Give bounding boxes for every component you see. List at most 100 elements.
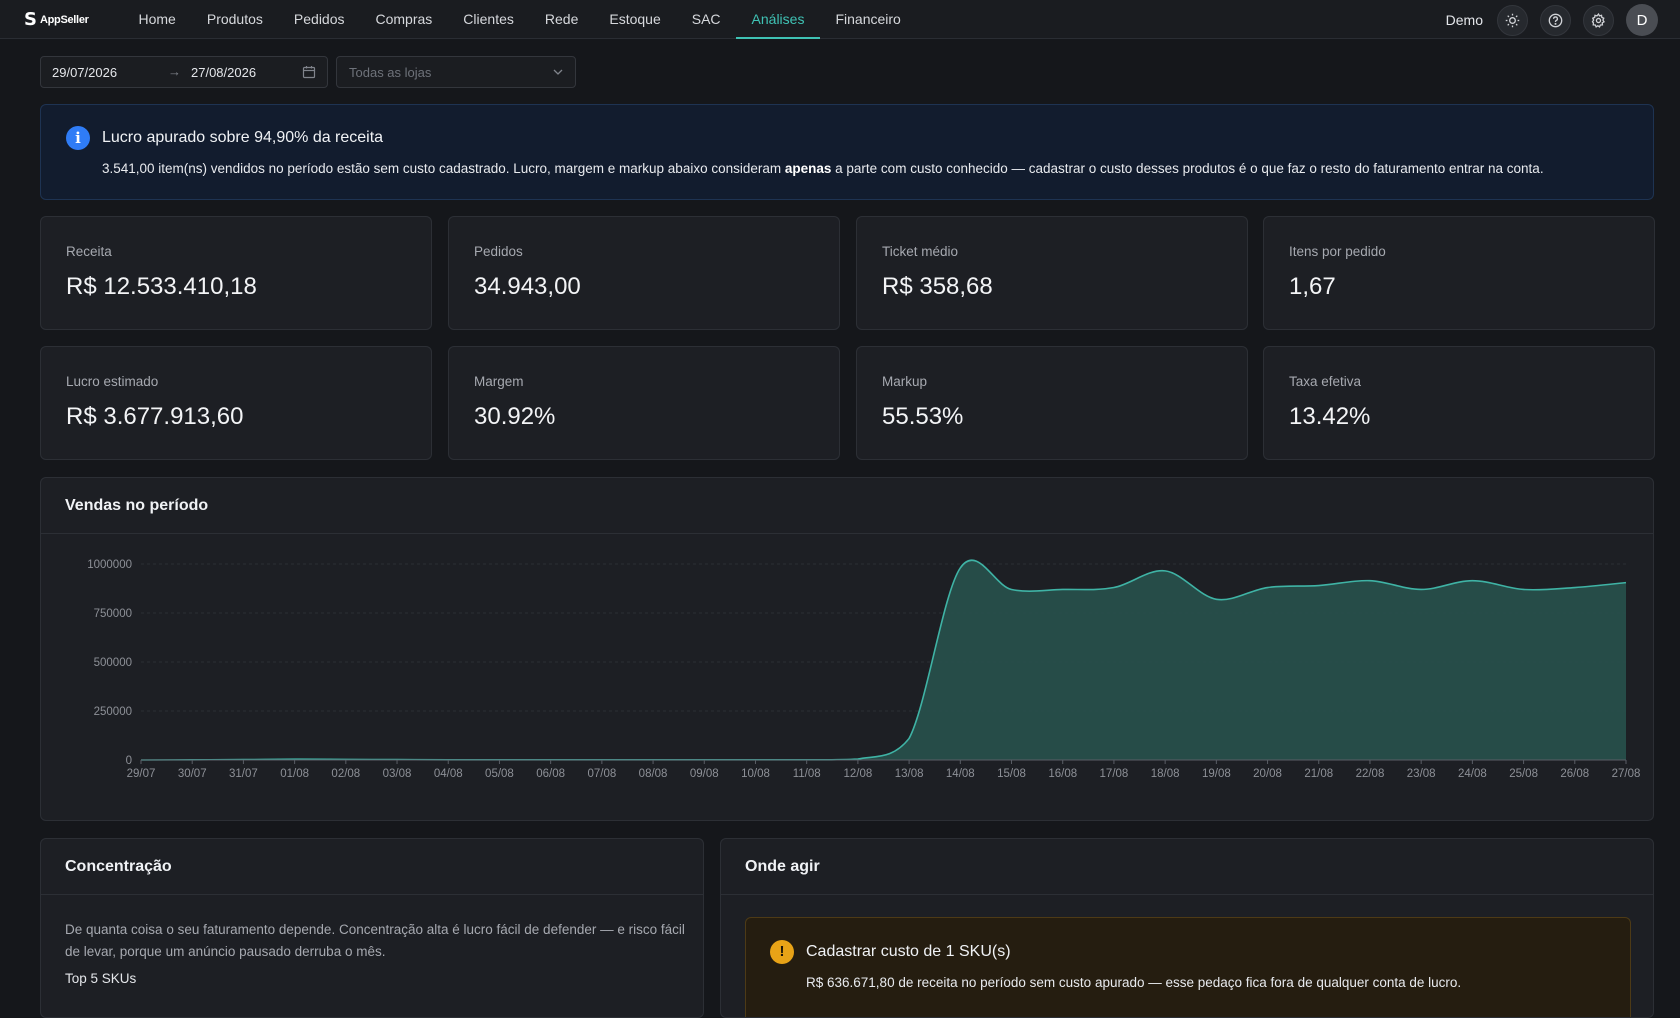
kpi-card-margem: Margem 30.92% [448,346,840,460]
sales-area-chart[interactable]: 0 250000 500000 750000 1000000 29/07 30/07 31/0… [41,534,1653,820]
kpi-value: 30.92% [474,403,556,430]
settings-button[interactable] [1583,4,1614,36]
calendar-icon [302,65,316,82]
kpi-value: 1,67 [1289,273,1336,300]
arrow-right-icon: → [168,64,181,79]
x-tick-label: 04/08 [434,768,463,780]
y-tick-label: 250000 [94,706,132,718]
nav-item-compras[interactable]: Compras [360,0,448,39]
x-tick-label: 08/08 [639,768,668,780]
sun-icon [1505,13,1520,27]
profit-coverage-alert: i Lucro apurado sobre 94,90% da receita … [40,104,1654,200]
user-name[interactable]: Demo [1446,12,1483,28]
kpi-card-markup: Markup 55.53% [856,346,1248,460]
x-tick-label: 01/08 [280,768,309,780]
help-button[interactable] [1540,4,1571,36]
main-nav: Home Produtos Pedidos Compras Clientes R… [123,0,916,39]
x-tick-label: 24/08 [1458,768,1487,780]
brand-name: AppSeller [39,14,89,26]
brand-logo[interactable]: S AppSeller [24,11,89,29]
theme-toggle-button[interactable] [1497,4,1528,36]
date-end[interactable]: 27/08/2026 [191,65,256,80]
series-area [141,560,1626,760]
nav-item-produtos[interactable]: Produtos [191,0,278,39]
nav-item-pedidos[interactable]: Pedidos [278,0,360,39]
nav-item-financeiro[interactable]: Financeiro [820,0,916,39]
chart-title: Vendas no período [65,497,209,514]
top-skus-label: Top 5 SKUs [65,971,137,986]
x-tick-label: 09/08 [690,768,719,780]
kpi-label: Itens por pedido [1289,244,1386,259]
x-tick-label: 29/07 [127,768,156,780]
concentration-card: Concentração De quanta coisa o seu fatur… [40,838,704,1018]
warning-body: R$ 636.671,80 de receita no período sem … [806,975,1462,990]
card-header: Onde agir [721,839,1653,895]
kpi-card-pedidos: Pedidos 34.943,00 [448,216,840,330]
alert-body: 3.541,00 item(ns) vendidos no período es… [102,161,1544,176]
nav-item-rede[interactable]: Rede [529,0,593,39]
alert-body-bold: apenas [784,161,832,176]
x-tick-label: 26/08 [1560,768,1589,780]
card-header: Concentração [41,839,703,895]
chevron-down-icon [552,66,564,81]
y-tick-label: 1000000 [87,559,132,571]
nav-item-home[interactable]: Home [123,0,191,39]
x-tick-label: 10/08 [741,768,770,780]
alert-body-part-1: 3.541,00 item(ns) vendidos no período es… [102,161,785,176]
date-start[interactable]: 29/07/2026 [52,65,117,80]
alert-body-part-2: a parte com custo conhecido — cadastrar … [831,161,1544,176]
alert-title: Lucro apurado sobre 94,90% da receita [102,129,384,146]
kpi-label: Pedidos [474,244,523,259]
missing-cost-warning[interactable]: ! Cadastrar custo de 1 SKU(s) R$ 636.671… [745,917,1631,1017]
avatar[interactable]: D [1626,4,1658,36]
nav-item-estoque[interactable]: Estoque [594,0,676,39]
x-tick-label: 22/08 [1356,768,1385,780]
nav-item-clientes[interactable]: Clientes [448,0,530,39]
kpi-value: 55.53% [882,403,964,430]
nav-item-analises[interactable]: Análises [736,0,820,39]
info-icon: i [66,126,90,150]
x-tick-label: 20/08 [1253,768,1282,780]
x-tick-label: 19/08 [1202,768,1231,780]
store-select-placeholder: Todas as lojas [349,65,432,80]
kpi-value: 34.943,00 [474,273,581,300]
warning-icon: ! [770,940,794,964]
kpi-label: Markup [882,374,928,389]
y-tick-label: 0 [126,755,132,767]
x-tick-label: 13/08 [895,768,924,780]
actions-title: Onde agir [745,858,820,875]
gear-icon [1591,12,1605,28]
kpi-card-ticket-medio: Ticket médio R$ 358,68 [856,216,1248,330]
x-tick-label: 06/08 [536,768,565,780]
kpi-value: R$ 358,68 [882,273,993,300]
x-tick-label: 21/08 [1304,768,1333,780]
kpi-value: 13.42% [1289,403,1371,430]
x-tick-label: 07/08 [587,768,616,780]
sales-chart-card: Vendas no período 0 250000 500000 750000 100… [40,477,1654,821]
x-tick-label: 27/08 [1612,768,1641,780]
kpi-label: Margem [474,374,524,389]
kpi-card-receita: Receita R$ 12.533.410,18 [40,216,432,330]
warning-title: Cadastrar custo de 1 SKU(s) [806,943,1011,960]
x-tick-label: 03/08 [383,768,412,780]
x-tick-label: 31/07 [229,768,258,780]
card-header: Vendas no período [41,478,1653,534]
concentration-description: De quanta coisa o seu faturamento depend… [65,922,685,959]
y-tick-label: 500000 [94,657,132,669]
top-navbar: S AppSeller Home Produtos Pedidos Compra… [0,0,1680,39]
x-tick-label: 17/08 [1100,768,1129,780]
user-area: Demo D [1446,4,1658,36]
store-select[interactable]: Todas as lojas [336,56,576,88]
y-tick-label: 750000 [94,608,132,620]
x-tick-label: 11/08 [793,768,821,780]
date-range-picker[interactable]: 29/07/2026 → 27/08/2026 [40,56,328,88]
x-tick-label: 02/08 [331,768,360,780]
actions-card: Onde agir ! Cadastrar custo de 1 SKU(s) … [720,838,1654,1018]
kpi-label: Ticket médio [882,244,959,259]
brand-logo-mark: S [24,9,37,30]
kpi-value: R$ 3.677.913,60 [66,403,244,430]
nav-item-sac[interactable]: SAC [676,0,736,39]
kpi-card-itens-por-pedido: Itens por pedido 1,67 [1263,216,1655,330]
kpi-label: Taxa efetiva [1289,374,1362,389]
help-icon [1548,13,1563,27]
